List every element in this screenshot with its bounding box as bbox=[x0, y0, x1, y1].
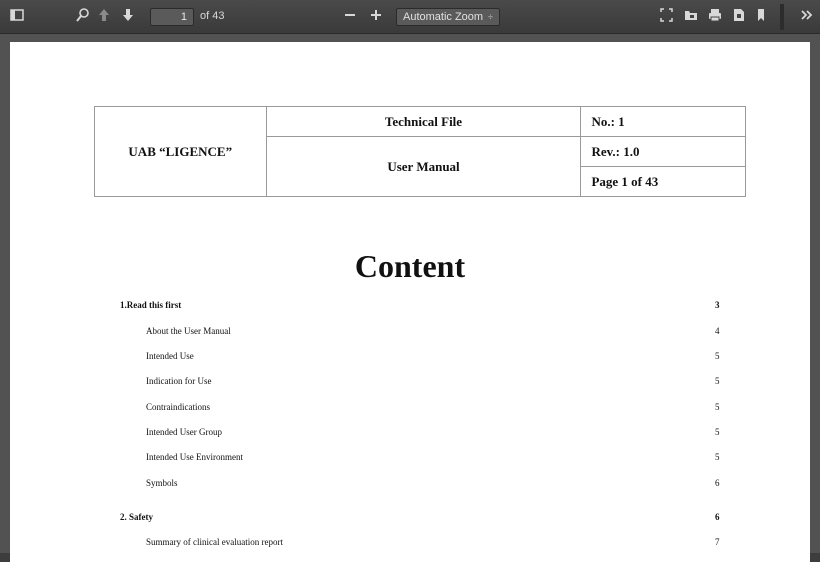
toc-entry-label: About the User Manual bbox=[146, 326, 231, 336]
toc-entry[interactable]: Intended User Group 5 bbox=[10, 427, 810, 439]
toc-entry-page: 6 bbox=[715, 478, 720, 488]
technical-file-label: Technical File bbox=[265, 106, 582, 137]
previous-page-icon[interactable] bbox=[98, 8, 112, 26]
document-header-table: UAB “LIGENCE” Technical File No.: 1 User… bbox=[94, 106, 746, 197]
toc-entry-page: 5 bbox=[715, 452, 720, 462]
toc-entry-page: 4 bbox=[715, 326, 720, 336]
toc-entry[interactable]: Contraindications 5 bbox=[10, 402, 810, 414]
tools-menu-icon[interactable] bbox=[800, 8, 816, 26]
toc-entry-page: 6 bbox=[715, 512, 720, 522]
toc-entry[interactable]: Intended Use 5 bbox=[10, 351, 810, 363]
user-manual-label: User Manual bbox=[265, 136, 582, 197]
pdf-page: UAB “LIGENCE” Technical File No.: 1 User… bbox=[10, 42, 810, 562]
next-page-icon[interactable] bbox=[122, 8, 136, 26]
pdf-toolbar: 1 of 43 Automatic Zoom ÷ bbox=[0, 0, 820, 34]
toc-entry[interactable]: Intended Use Environment 5 bbox=[10, 452, 810, 464]
revision-number: Rev.: 1.0 bbox=[580, 136, 746, 167]
toc-entry[interactable]: Summary of clinical evaluation report 7 bbox=[10, 537, 810, 549]
document-number: No.: 1 bbox=[580, 106, 746, 137]
bookmark-icon[interactable] bbox=[756, 8, 768, 26]
toc-entry-page: 5 bbox=[715, 402, 720, 412]
page-number-input[interactable]: 1 bbox=[150, 8, 194, 26]
presentation-mode-icon[interactable] bbox=[660, 8, 674, 26]
select-arrows-icon: ÷ bbox=[488, 12, 493, 22]
content-title: Content bbox=[354, 248, 466, 284]
download-icon[interactable] bbox=[732, 8, 746, 26]
toolbar-separator bbox=[780, 4, 784, 30]
document-viewer[interactable]: UAB “LIGENCE” Technical File No.: 1 User… bbox=[0, 34, 820, 562]
toc-entry-page: 5 bbox=[715, 427, 720, 437]
toc-entry-label: Contraindications bbox=[146, 402, 210, 412]
toc-entry[interactable]: 2. Safety 6 bbox=[10, 512, 810, 524]
open-file-icon[interactable] bbox=[684, 8, 698, 26]
sidebar-toggle-icon[interactable] bbox=[10, 8, 26, 26]
toc-entry-label: Intended Use Environment bbox=[146, 452, 243, 462]
print-icon[interactable] bbox=[708, 8, 722, 26]
zoom-select[interactable]: Automatic Zoom ÷ bbox=[396, 8, 500, 26]
company-name: UAB “LIGENCE” bbox=[94, 106, 267, 197]
zoom-select-value: Automatic Zoom bbox=[403, 11, 484, 23]
zoom-out-icon[interactable] bbox=[344, 8, 358, 26]
page-indicator: Page 1 of 43 bbox=[580, 166, 746, 197]
toc-entry-page: 7 bbox=[715, 537, 720, 547]
toc-entry-label: Intended User Group bbox=[146, 427, 222, 437]
toc-entry[interactable]: Indication for Use 5 bbox=[10, 376, 810, 388]
toc-entry-page: 5 bbox=[715, 376, 720, 386]
search-icon[interactable] bbox=[76, 8, 90, 26]
toc-entry-label: 1.Read this first bbox=[120, 300, 182, 310]
toc-entry-label: Intended Use bbox=[146, 351, 194, 361]
page-count-label: of 43 bbox=[200, 10, 225, 22]
toc-entry-page: 3 bbox=[715, 300, 720, 310]
toc-entry-label: Symbols bbox=[146, 478, 178, 488]
toc-entry-label: Summary of clinical evaluation report bbox=[146, 537, 283, 547]
toc-entry[interactable]: Symbols 6 bbox=[10, 478, 810, 490]
toc-entry-label: 2. Safety bbox=[120, 512, 153, 522]
toc-entry[interactable]: About the User Manual 4 bbox=[10, 326, 810, 338]
toc-entry-label: Indication for Use bbox=[146, 376, 212, 386]
zoom-in-icon[interactable] bbox=[370, 8, 384, 26]
toc-entry-page: 5 bbox=[715, 351, 720, 361]
toc-entry[interactable]: 1.Read this first 3 bbox=[10, 300, 810, 312]
